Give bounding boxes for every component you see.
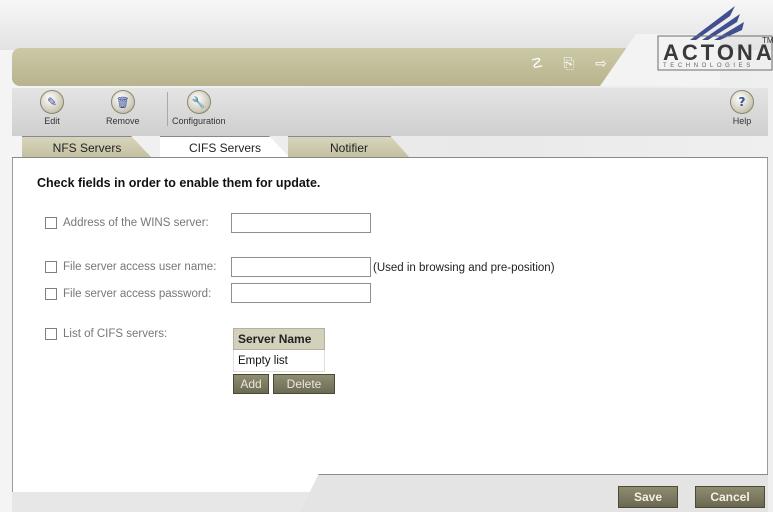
tab-cifs-servers[interactable]: CIFS Servers [160,136,290,158]
tab-strip: NFS Servers CIFS Servers Notifier [22,136,768,158]
cifs-list-checkbox[interactable] [45,328,57,340]
table-row[interactable]: Empty list [233,350,325,372]
logout-icon[interactable]: ⇨ [592,56,610,72]
toolbar-separator [167,92,168,126]
configuration-label: Configuration [172,116,226,126]
save-button[interactable]: Save [618,486,678,508]
trash-icon: 🗑 [110,90,135,114]
header-icons: ☡ ⎘ ⇨ [528,56,610,72]
server-table: Server Name Empty list [233,328,325,372]
edit-button[interactable]: ✎ Edit [40,90,64,126]
refresh-icon[interactable]: ☡ [528,56,546,72]
user-checkbox[interactable] [45,261,57,273]
cifs-list-label: List of CIFS servers: [63,328,168,340]
cifs-list-row: List of CIFS servers: [45,328,167,340]
monitor-icon[interactable]: ⎘ [560,56,578,72]
form-heading: Check fields in order to enable them for… [37,176,321,190]
logo-trademark: TM [762,36,773,45]
edit-label: Edit [44,116,60,126]
password-row: File server access password: [45,288,211,300]
wins-label: Address of the WINS server: [63,217,209,229]
remove-label: Remove [106,116,140,126]
help-button[interactable]: ? Help [730,90,754,126]
delete-button[interactable]: Delete [273,374,335,394]
tab-nfs-servers[interactable]: NFS Servers [22,136,152,158]
password-label: File server access password: [63,288,212,300]
configuration-button[interactable]: 🔧 Configuration [172,90,226,126]
user-label: File server access user name: [63,261,217,273]
wins-field[interactable] [231,213,371,233]
user-row: File server access user name: [45,261,216,273]
wins-checkbox[interactable] [45,217,57,229]
wrench-icon: 🔧 [186,90,211,114]
add-button[interactable]: Add [233,374,269,394]
content-panel: Check fields in order to enable them for… [12,158,768,492]
toolbar: ✎ Edit 🗑 Remove 🔧 Configuration ? Help [12,88,768,136]
user-hint: (Used in browsing and pre-position) [373,262,555,274]
remove-button[interactable]: 🗑 Remove [106,90,140,126]
help-label: Help [732,116,752,126]
tab-notifier[interactable]: Notifier [288,136,410,158]
logo-subtitle: TECHNOLOGIES [663,63,754,69]
help-icon: ? [730,90,754,114]
server-name-header: Server Name [233,328,325,350]
password-checkbox[interactable] [45,288,57,300]
user-field[interactable] [231,257,371,277]
edit-icon: ✎ [40,90,64,114]
cancel-button[interactable]: Cancel [695,486,765,508]
wins-row: Address of the WINS server: [45,217,209,229]
app-window: ACTONA TM TECHNOLOGIES ☡ ⎘ ⇨ ✎ Edit 🗑 Re… [0,0,773,512]
password-field[interactable] [231,283,371,303]
